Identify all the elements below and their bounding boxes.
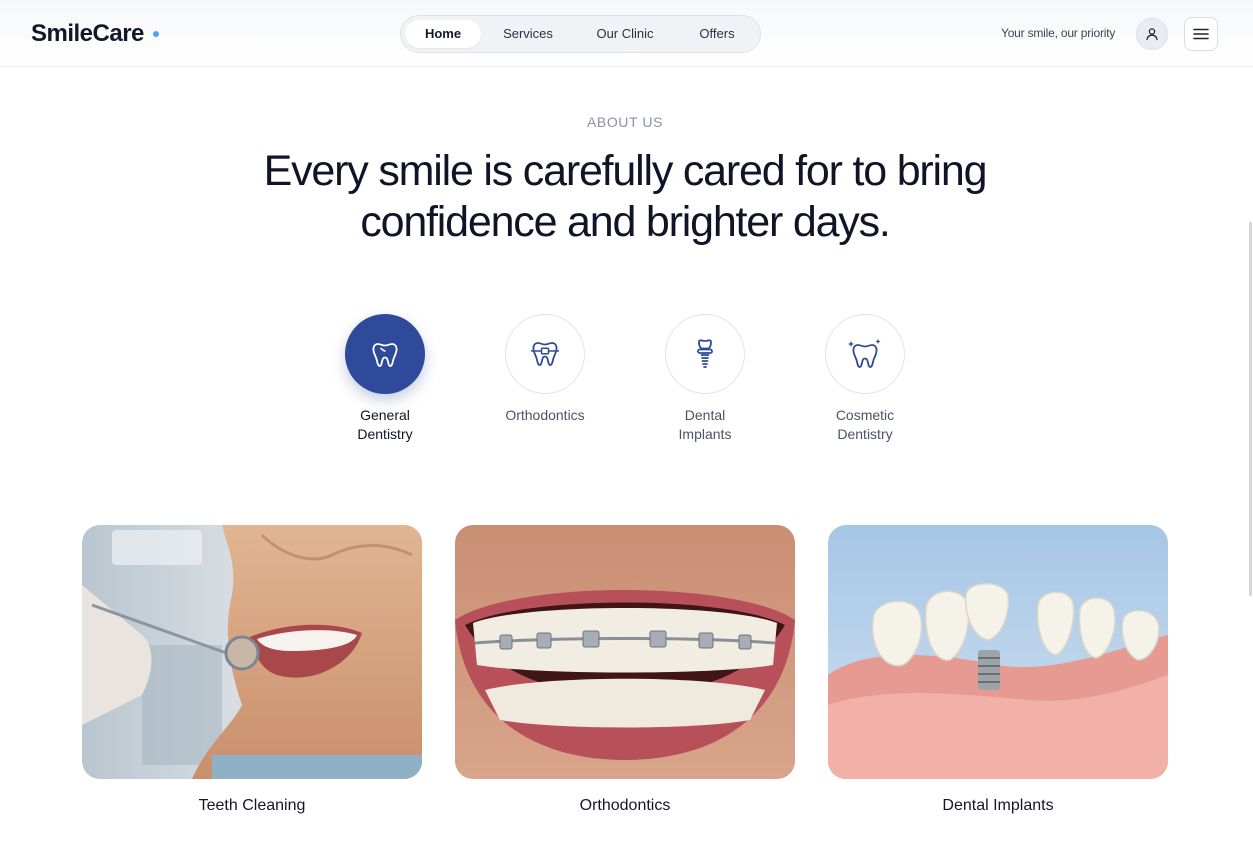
implant-model-photo (828, 525, 1168, 779)
menu-icon (1193, 28, 1209, 40)
category-label-line-2: Dentistry (837, 426, 893, 442)
about-headline: Every smile is carefully cared for to br… (0, 146, 1250, 248)
category-general-dentistry[interactable]: General Dentistry (325, 314, 445, 444)
page-scrollbar[interactable] (1249, 222, 1252, 596)
category-icon-circle (505, 314, 585, 394)
logo[interactable]: SmileCare (31, 20, 144, 48)
teeth-cleaning-photo (82, 525, 422, 779)
implant-icon (697, 339, 713, 368)
top-header: SmileCare Home Services Our Clinic Offer… (0, 0, 1253, 67)
user-button[interactable] (1136, 18, 1168, 50)
nav-home[interactable]: Home (405, 20, 481, 48)
service-card-teeth-cleaning[interactable]: Teeth Cleaning (82, 525, 422, 815)
card-title: Teeth Cleaning (198, 797, 306, 814)
user-icon (1146, 28, 1158, 41)
category-label-line-2: Implants (678, 426, 732, 442)
tagline: Your smile, our priority (1001, 26, 1116, 40)
category-label-line-1: Cosmetic (835, 407, 895, 423)
nav-offers[interactable]: Offers (677, 20, 757, 48)
braces-photo (455, 525, 795, 779)
braces-icon (531, 342, 559, 366)
service-card-dental-implants[interactable]: Dental Implants (828, 525, 1168, 815)
sparkle-tooth-icon (848, 339, 881, 368)
category-label-line-1: General (360, 407, 410, 423)
category-label-line-1: Orthodontics (505, 407, 585, 423)
service-card-orthodontics[interactable]: Orthodontics (455, 525, 795, 815)
section-eyebrow: ABOUT US (586, 114, 664, 130)
category-icon-circle (825, 314, 905, 394)
category-dental-implants[interactable]: Dental Implants (645, 314, 765, 444)
category-cosmetic-dentistry[interactable]: Cosmetic Dentistry (805, 314, 925, 444)
main-nav: Home Services Our Clinic Offers (400, 15, 761, 53)
nav-our-clinic[interactable]: Our Clinic (579, 20, 671, 48)
category-icon-circle (345, 314, 425, 394)
category-icon-circle (665, 314, 745, 394)
category-label-line-2: Dentistry (357, 426, 413, 442)
card-title: Orthodontics (579, 797, 671, 814)
category-orthodontics[interactable]: Orthodontics (485, 314, 605, 425)
headline-line-1: Every smile is carefully cared for to br… (263, 147, 988, 195)
category-label-line-1: Dental (684, 407, 726, 423)
logo-dot (153, 31, 159, 37)
menu-button[interactable] (1184, 17, 1218, 51)
tooth-icon (372, 343, 398, 367)
headline-line-2: confidence and brighter days. (360, 198, 891, 246)
card-title: Dental Implants (942, 797, 1054, 814)
nav-services[interactable]: Services (487, 20, 569, 48)
